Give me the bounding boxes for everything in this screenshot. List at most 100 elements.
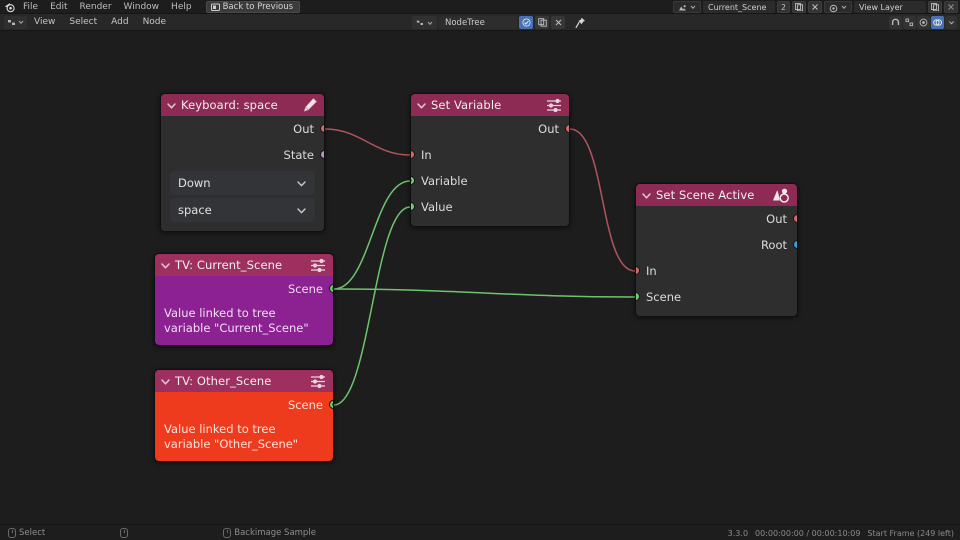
socket-set-variable-variable[interactable] <box>411 176 415 185</box>
node-body-padding <box>411 220 569 226</box>
node-header-keyboard[interactable]: Keyboard: space <box>161 94 324 116</box>
socket-row-set-variable-value: Value <box>411 194 569 220</box>
chevron-down-icon[interactable] <box>166 96 177 115</box>
node-link-3[interactable] <box>333 288 636 298</box>
node-menu-view[interactable]: View <box>27 14 62 31</box>
dropdown-keyboard-1[interactable]: space <box>170 198 315 222</box>
node-body-keyboard: Out State Down space <box>161 116 324 231</box>
node-link-2[interactable] <box>333 180 411 290</box>
node-tv-other-scene[interactable]: TV: Other_Scene Scene Value linked to tree… <box>154 369 334 462</box>
remove-view-layer-button[interactable] <box>944 1 958 13</box>
node-header-tv-current-scene[interactable]: TV: Current_Scene <box>155 254 333 276</box>
socket-label-scene: Scene <box>287 398 323 412</box>
new-scene-icon <box>795 3 803 11</box>
socket-label-in: In <box>421 148 432 162</box>
pin-button[interactable] <box>575 17 586 29</box>
back-to-previous-button[interactable]: Back to Previous <box>205 0 301 13</box>
menu-window[interactable]: Window <box>118 0 166 14</box>
sliders-icon[interactable] <box>310 258 327 273</box>
node-title-set-variable: Set Variable <box>431 98 502 112</box>
menu-file[interactable]: File <box>17 0 44 14</box>
new-view-layer-button[interactable] <box>928 1 942 13</box>
nodetree-name-field[interactable]: NodeTree <box>439 16 517 29</box>
socket-keyboard-out[interactable] <box>320 124 324 133</box>
chevron-down-icon[interactable] <box>160 372 171 391</box>
sliders-icon[interactable] <box>310 374 327 389</box>
chevron-down-icon <box>427 21 433 25</box>
socket-keyboard-state[interactable] <box>320 150 324 159</box>
socket-set-variable-in[interactable] <box>411 150 415 159</box>
scene-data-icon[interactable] <box>772 187 791 203</box>
socket-tv-current-scene-scene[interactable] <box>329 284 333 293</box>
socket-set-variable-out[interactable] <box>565 124 569 133</box>
status-left-label: Select <box>19 527 46 538</box>
dropdown-value-keyboard-1: space <box>178 203 212 217</box>
snap-toggle[interactable] <box>889 16 902 29</box>
node-body-tv-current-scene: Scene Value linked to tree variable "Curr… <box>155 276 333 345</box>
remove-viewlayer-icon <box>948 4 954 10</box>
magnet-icon <box>891 18 900 25</box>
timecode: 00:00:00:00 / 00:00:10:09 <box>755 528 861 538</box>
editor-type-selector[interactable] <box>4 15 27 29</box>
scene-selector[interactable] <box>673 1 701 13</box>
socket-label-value: Value <box>421 200 453 214</box>
node-menu-node[interactable]: Node <box>136 14 174 31</box>
node-title-keyboard: Keyboard: space <box>181 98 278 112</box>
socket-set-scene-active-root[interactable] <box>793 240 797 249</box>
snap-target-dropdown[interactable] <box>903 16 916 29</box>
node-set-variable[interactable]: Set Variable Out In Variable Value <box>410 93 570 227</box>
socket-row-tv-current-scene-scene: Scene <box>155 276 333 302</box>
blender-logo-icon[interactable] <box>3 0 17 14</box>
node-text-tv-other-scene: Value linked to tree variable "Other_Sce… <box>164 422 299 451</box>
node-header-set-scene-active[interactable]: Set Scene Active <box>636 184 797 206</box>
node-text-tv-current-scene: Value linked to tree variable "Current_S… <box>164 306 309 335</box>
proportional-edit-toggle[interactable] <box>917 16 930 29</box>
chevron-down-icon[interactable] <box>416 96 427 115</box>
node-link-0[interactable] <box>324 128 411 156</box>
node-tv-current-scene[interactable]: TV: Current_Scene Scene Value linked to tr… <box>154 253 334 346</box>
pencil-icon[interactable] <box>302 97 318 113</box>
socket-set-scene-active-in[interactable] <box>636 266 640 275</box>
status-right-label: Backimage Sample <box>234 527 316 538</box>
unlink-scene-button[interactable] <box>808 1 822 13</box>
node-header-set-variable[interactable]: Set Variable <box>411 94 569 116</box>
socket-label-out: Out <box>538 122 559 136</box>
node-keyboard[interactable]: Keyboard: space Out State Down space <box>160 93 325 232</box>
chevron-down-icon <box>296 174 307 193</box>
use-nodes-toggle[interactable] <box>519 16 533 29</box>
new-scene-button[interactable] <box>792 1 806 13</box>
chevron-down-icon[interactable] <box>641 186 652 205</box>
x-icon <box>555 19 561 26</box>
socket-tv-other-scene-scene[interactable] <box>329 400 333 409</box>
view-layer-name-field[interactable]: View Layer <box>854 1 926 13</box>
socket-set-variable-value[interactable] <box>411 202 415 211</box>
socket-label-out: Out <box>293 122 314 136</box>
socket-row-set-variable-variable: Variable <box>411 168 569 194</box>
node-menu-select[interactable]: Select <box>62 14 104 31</box>
node-link-1[interactable] <box>569 128 636 272</box>
menu-edit[interactable]: Edit <box>44 0 73 14</box>
scene-users-count[interactable]: 2 <box>777 1 790 13</box>
new-nodetree-button[interactable] <box>535 16 549 29</box>
node-editor-icon <box>8 19 15 25</box>
nodetree-type-selector[interactable] <box>412 16 437 29</box>
menu-render[interactable]: Render <box>74 0 118 14</box>
view-layer-selector[interactable] <box>824 1 852 13</box>
chevron-down-icon <box>690 5 696 9</box>
node-editor-canvas[interactable]: Keyboard: space Out State Down space Set Vari… <box>0 31 960 524</box>
socket-set-scene-active-out[interactable] <box>793 214 797 223</box>
menu-help[interactable]: Help <box>165 0 198 14</box>
node-title-set-scene-active: Set Scene Active <box>656 188 755 202</box>
scene-name-field[interactable]: Current_Scene <box>703 1 775 13</box>
unlink-nodetree-button[interactable] <box>551 16 565 29</box>
node-set-scene-active[interactable]: Set Scene Active Out Root In Scene <box>635 183 798 317</box>
overlays-toggle[interactable] <box>931 16 944 29</box>
node-menu-add[interactable]: Add <box>104 14 135 31</box>
sliders-icon[interactable] <box>546 98 563 113</box>
socket-label-variable: Variable <box>421 174 468 188</box>
overlays-dropdown[interactable] <box>945 16 957 29</box>
chevron-down-icon[interactable] <box>160 256 171 275</box>
node-header-tv-other-scene[interactable]: TV: Other_Scene <box>155 370 333 392</box>
dropdown-keyboard-0[interactable]: Down <box>170 171 315 195</box>
socket-set-scene-active-scene[interactable] <box>636 292 640 301</box>
